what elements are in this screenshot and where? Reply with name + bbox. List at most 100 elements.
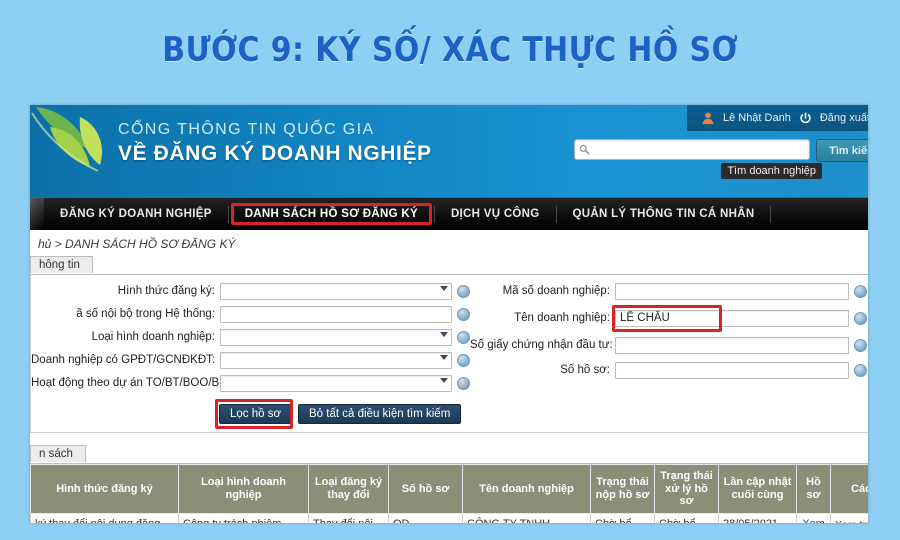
form-buttons: Lọc hồ sơ Bỏ tất cả điều kiện tìm kiếm (219, 404, 868, 424)
tab-thong-tin[interactable]: hông tin (30, 256, 93, 273)
green-leaf-logo (31, 107, 102, 172)
field-ma-so-noi-bo: ã số nội bộ trong Hệ thống: (31, 306, 470, 323)
embedded-screenshot: CỔNG THÔNG TIN QUỐC GIA VỀ ĐĂNG KÝ DOANH… (30, 105, 868, 523)
nav-item-dich-vu-cong[interactable]: DỊCH VỤ CÔNG (435, 208, 556, 220)
nav-item-dang-ky-doanh-nghiep[interactable]: ĐĂNG KÝ DOANH NGHIỆP (44, 208, 228, 220)
search-button[interactable]: Tìm kiếm (816, 139, 868, 162)
help-icon[interactable] (457, 377, 470, 390)
col-hinh-thuc-dang-ky: Hình thức đăng ký (30, 464, 179, 514)
field-hinh-thuc-dang-ky: Hình thức đăng ký: (31, 283, 470, 300)
field-label: Hoạt động theo dự án TO/BT/BOO/BLT/BTL/O… (31, 377, 289, 390)
ten-doanh-nghiep-input[interactable]: LÊ CHÂU (612, 305, 849, 332)
form-left-column: Hình thức đăng ký: ã số nội bộ trong Hệ … (31, 283, 470, 398)
help-icon[interactable] (457, 308, 470, 321)
hinh-thuc-dang-ky-select[interactable] (220, 283, 452, 300)
field-label: ã số nội bộ trong Hệ thống: (76, 308, 215, 321)
screenshot-root: BƯỚC 9: KÝ SỐ/ XÁC THỰC HỒ SƠ CỔNG THÔNG… (0, 0, 900, 540)
col-trang-thai-xu-ly-ho-so: Trạng thái xử lý hồ sơ (654, 464, 719, 514)
field-label: Tên doanh nghiệp: (514, 312, 610, 325)
col-trang-thai-nop-ho-so: Trạng thái nộp hồ sơ (590, 464, 655, 514)
web-page: CỔNG THÔNG TIN QUỐC GIA VỀ ĐĂNG KÝ DOANH… (30, 105, 868, 523)
field-ma-so-doanh-nghiep: Mã số doanh nghiệp: (470, 283, 868, 300)
col-cac-ban: Các bản i (830, 464, 868, 514)
chevron-down-icon (440, 355, 448, 360)
table-header-row: Hình thức đăng ký Loại hình doanh nghiệp… (30, 464, 868, 514)
nav-item-quan-ly-thong-tin-ca-nhan[interactable]: QUẢN LÝ THÔNG TIN CÁ NHÂN (557, 208, 771, 220)
col-so-ho-so: Số hồ sơ (388, 464, 463, 514)
field-hoat-dong-theo-du-an: Hoạt động theo dự án TO/BT/BOO/BLT/BTL/O… (31, 375, 470, 392)
col-lan-cap-nhat-cuoi-cung: Lần cập nhật cuối cùng (718, 464, 797, 514)
field-label: Doanh nghiệp có GPĐT/GCNĐKĐT: (31, 354, 216, 367)
table-row[interactable]: ký thay đổi nội dung đăng ký n nghiệp/đơ… (30, 512, 868, 523)
field-label: Hình thức đăng ký: (117, 285, 215, 298)
search-icon (580, 145, 590, 155)
main-nav: ĐĂNG KÝ DOANH NGHIỆP DANH SÁCH HỒ SƠ ĐĂN… (30, 197, 868, 230)
user-bar: Lê Nhật Danh Đăng xuất (686, 105, 868, 131)
chevron-down-icon (440, 332, 448, 337)
ma-so-noi-bo-input[interactable] (220, 306, 452, 323)
form-right-column: Mã số doanh nghiệp: Tên doanh nghiệp: LÊ… (470, 283, 868, 398)
field-doanh-nghiep-co-gpdt: Doanh nghiệp có GPĐT/GCNĐKĐT: (31, 352, 470, 369)
help-icon[interactable] (854, 312, 867, 325)
cell-loai-dang-ky-thay-doi: Thay đổi nội dung ĐKDN (308, 512, 389, 523)
breadcrumb: hủ > DANH SÁCH HỒ SƠ ĐĂNG KÝ (38, 237, 236, 251)
banner-title: BƯỚC 9: KÝ SỐ/ XÁC THỰC HỒ SƠ (162, 30, 738, 70)
so-ho-so-input[interactable] (615, 362, 849, 379)
help-icon[interactable] (457, 285, 470, 298)
help-icon[interactable] (854, 339, 867, 352)
cell-trang-thai-xu-ly-ho-so: Chờ bổ sung hồ sơ (654, 512, 719, 523)
user-name: Lê Nhật Danh (722, 112, 791, 124)
so-giay-chung-nhan-input[interactable] (615, 337, 849, 354)
help-icon[interactable] (457, 354, 470, 367)
site-header: CỔNG THÔNG TIN QUỐC GIA VỀ ĐĂNG KÝ DOANH… (30, 105, 868, 197)
search-tabstrip: hông tin (30, 256, 868, 275)
search-tooltip: Tìm doanh nghiệp (721, 163, 822, 179)
field-label: Mã số doanh nghiệp: (502, 285, 610, 298)
cac-ban-links[interactable]: Xem trước | Giấy biên nh (830, 512, 868, 523)
bo-tat-ca-dieu-kien-button[interactable]: Bỏ tất cả điều kiện tìm kiếm (298, 404, 462, 424)
brand: CỔNG THÔNG TIN QUỐC GIA VỀ ĐĂNG KÝ DOANH… (118, 121, 432, 166)
cell-hinh-thuc-dang-ky: ký thay đổi nội dung đăng ký n nghiệp/đơ… (30, 512, 179, 523)
field-ten-doanh-nghiep: Tên doanh nghiệp: LÊ CHÂU (470, 305, 868, 332)
user-avatar-icon (702, 112, 714, 125)
field-so-giay-chung-nhan: Số giấy chứng nhận đầu tư: (470, 337, 868, 354)
ma-so-doanh-nghiep-input[interactable] (615, 283, 849, 300)
help-icon[interactable] (457, 331, 470, 344)
col-loai-dang-ky-thay-doi: Loại đăng ký thay đổi (308, 464, 389, 514)
chevron-down-icon (440, 286, 448, 291)
search-input[interactable] (574, 139, 810, 160)
help-icon[interactable] (854, 364, 867, 377)
tab-danh-sach[interactable]: n sách (30, 445, 86, 462)
banner: BƯỚC 9: KÝ SỐ/ XÁC THỰC HỒ SƠ (0, 0, 900, 100)
loai-hinh-doanh-nghiep-select[interactable] (220, 329, 452, 346)
help-icon[interactable] (854, 285, 867, 298)
col-ho-so: Hồ sơ (796, 464, 831, 514)
brand-subtitle: CỔNG THÔNG TIN QUỐC GIA (118, 121, 375, 138)
power-icon[interactable] (799, 111, 812, 125)
field-label: Số hồ sơ: (560, 364, 610, 377)
col-ten-doanh-nghiep: Tên doanh nghiệp (462, 464, 591, 514)
nav-separator (770, 205, 772, 223)
xem-ho-so-link[interactable]: Xem (796, 512, 831, 523)
cell-trang-thai-nop-ho-so: Chờ bổ sung hồ sơ (590, 512, 655, 523)
field-so-ho-so-row: Số hồ sơ: Trạng thái hồ sơ Chờ bổ sung h… (470, 362, 868, 379)
search-area: Tìm kiếm (574, 139, 868, 162)
field-label: Loại hình doanh nghiệp: (91, 331, 215, 344)
doanh-nghiep-co-gpdt-select[interactable] (220, 352, 452, 369)
cell-ten-doanh-nghiep: CÔNG TY TNHH THƯƠNG MẠI XÂY DỰNG LÊ CHÂU (462, 512, 591, 523)
search-form: Hình thức đăng ký: ã số nội bộ trong Hệ … (30, 275, 868, 433)
nav-item-danh-sach-ho-so-dang-ky[interactable]: DANH SÁCH HỒ SƠ ĐĂNG KÝ (229, 203, 434, 225)
logout-link[interactable]: Đăng xuất (820, 112, 868, 124)
col-loai-hinh-doanh-nghiep: Loại hình doanh nghiệp (178, 464, 309, 514)
list-tabstrip: n sách (30, 445, 868, 464)
field-label: Số giấy chứng nhận đầu tư: (470, 339, 613, 352)
results-table: Hình thức đăng ký Loại hình doanh nghiệp… (30, 464, 868, 523)
chevron-down-icon (440, 378, 448, 383)
ten-doanh-nghiep-value: LÊ CHÂU (620, 312, 670, 324)
field-loai-hinh-doanh-nghiep: Loại hình doanh nghiệp: (31, 329, 470, 346)
brand-title: VỀ ĐĂNG KÝ DOANH NGHIỆP (118, 142, 432, 165)
cell-lan-cap-nhat-cuoi-cung: 28/05/2021 6:18:00 CH (718, 512, 797, 523)
loc-ho-so-button[interactable]: Lọc hồ sơ (219, 404, 293, 424)
cell-so-ho-so: OD-0269990/21 (388, 512, 463, 523)
hoat-dong-theo-du-an-select[interactable] (220, 375, 452, 392)
